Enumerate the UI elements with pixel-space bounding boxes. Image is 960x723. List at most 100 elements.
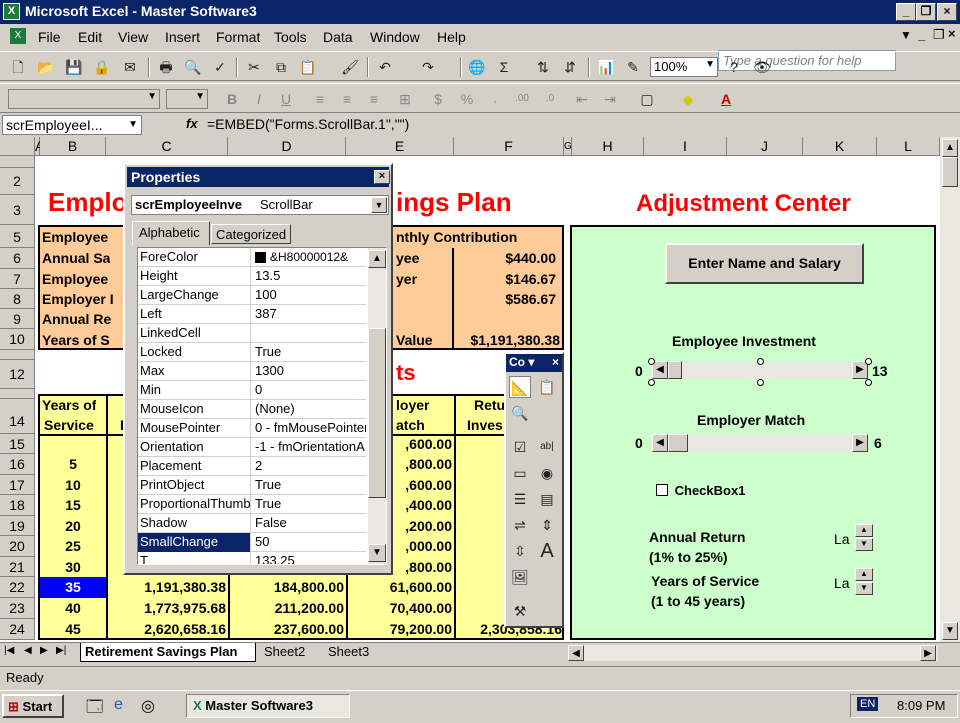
increase-indent-icon[interactable]: ⇥ [600,90,620,108]
new-icon[interactable]: 🗋 [8,58,28,76]
row-header[interactable]: 7 [0,269,35,289]
column-header-e[interactable]: E [346,137,454,156]
row-header[interactable]: 23 [0,598,35,619]
combobox-icon[interactable]: ▤ [536,488,558,510]
format-painter-icon[interactable]: 🖌 [340,58,360,76]
property-row[interactable]: LargeChange 100 [138,286,366,305]
scroll-thumb[interactable] [942,157,958,187]
borders-icon[interactable]: ▢ [637,90,657,108]
checkbox-1[interactable]: CheckBox1 [656,483,876,497]
row-header[interactable]: 8 [0,289,35,309]
menu-tools[interactable]: Tools [274,29,307,45]
property-value[interactable]: 50 [252,533,366,552]
property-value[interactable]: True [252,343,366,362]
checkbox-icon[interactable]: ☑ [509,436,531,458]
command-button-icon[interactable]: ▭ [509,462,531,484]
property-name[interactable]: LargeChange [138,286,251,305]
property-name[interactable]: SmallChange [138,533,251,552]
view-code-icon[interactable]: 🔍 [509,402,531,424]
percent-icon[interactable]: % [457,90,477,108]
redo-icon[interactable]: ↷ [418,58,438,76]
label-icon[interactable]: A [536,540,558,562]
property-name[interactable]: LinkedCell [138,324,251,343]
menu-file[interactable]: File [38,29,61,45]
spin-down-button[interactable]: ▼ [855,538,873,551]
textbox-icon[interactable]: ab| [536,436,558,458]
decrease-indent-icon[interactable]: ⇤ [572,90,592,108]
property-name[interactable]: ForeColor [138,248,251,267]
spin-button-icon[interactable]: ⇕ [536,514,558,536]
property-value[interactable] [252,324,366,343]
property-value[interactable]: 1300 [252,362,366,381]
property-name[interactable]: Shadow [138,514,251,533]
name-box-dropdown-icon[interactable]: ▼ [128,119,138,130]
property-value[interactable]: -1 - fmOrientationA [252,438,366,457]
property-row[interactable]: T 133.25 [138,552,366,564]
row-header[interactable]: 15 [0,434,35,454]
column-header-b[interactable]: B [40,137,106,156]
property-name[interactable]: Height [138,267,251,286]
property-value[interactable]: 0 - fmMousePointer [252,419,366,438]
column-header-k[interactable]: K [803,137,877,156]
enter-name-salary-button[interactable]: Enter Name and Salary [665,243,864,284]
desktop-icon[interactable]: 🗔 [86,696,103,723]
zoom-select[interactable]: 100% ▼ [650,57,718,77]
row-header[interactable] [0,156,35,168]
scroll-up-button[interactable]: ▲ [942,139,958,157]
scroll-left-button[interactable]: ◀ [568,645,584,661]
help-dropdown-icon[interactable]: ▼ [900,28,912,42]
selection-handle[interactable] [865,379,872,386]
spin-up-button[interactable]: ▲ [855,568,873,581]
menu-help[interactable]: Help [437,29,466,45]
property-name[interactable]: MousePointer [138,419,251,438]
font-size-dropdown-icon[interactable]: ▼ [195,91,205,102]
permission-icon[interactable]: 🔒 [92,58,112,76]
ie-icon[interactable]: e [114,696,123,714]
app-icon[interactable]: ◎ [141,696,155,716]
fill-color-icon[interactable]: ◆ [678,90,698,108]
help-icon[interactable]: ? [724,58,744,76]
option-button-icon[interactable]: ◉ [536,462,558,484]
property-value[interactable]: 100 [252,286,366,305]
font-dropdown-icon[interactable]: ▼ [147,91,157,102]
properties-icon[interactable]: 📋 [536,376,558,398]
design-mode-icon[interactable]: 📐 [509,376,531,398]
decrease-decimal-icon[interactable]: .0 [540,90,560,108]
drawing-icon[interactable]: ✎ [623,58,643,76]
tab-sheet3[interactable]: Sheet3 [328,644,369,659]
row-header[interactable]: 9 [0,309,35,329]
property-row[interactable]: Locked True [138,343,366,362]
listbox-icon[interactable]: ☰ [509,488,531,510]
property-name[interactable]: ProportionalThumb [138,495,251,514]
control-toolbox[interactable]: Co ▾ × 📐 📋 🔍 ☑ ab| ▭ ◉ ☰ ▤ ⇌ ⇕ ⇳ A 🖼 ⚒ [504,352,564,628]
scroll-thumb[interactable] [368,328,386,498]
last-sheet-icon[interactable]: ▶| [56,645,66,656]
row-header[interactable]: 14 [0,399,35,434]
property-row[interactable]: Left 387 [138,305,366,324]
selection-handle[interactable] [757,379,764,386]
row-header[interactable]: 10 [0,329,35,350]
restore-button[interactable]: ❐ [916,3,936,21]
scroll-down-button[interactable]: ▼ [942,622,958,640]
property-value[interactable]: 387 [252,305,366,324]
properties-window[interactable]: Properties × scrEmployeeInve ScrollBar ▼… [123,163,393,575]
checkbox-box[interactable] [656,484,668,496]
name-box[interactable]: scrEmployeeI... ▼ [2,115,142,135]
menu-edit[interactable]: Edit [78,29,102,45]
properties-close-button[interactable]: × [374,170,390,184]
property-value[interactable]: (None) [252,400,366,419]
scroll-down-button[interactable]: ▼ [368,544,386,562]
row-header[interactable]: 12 [0,360,35,389]
scrollbar-icon[interactable]: ⇳ [509,540,531,562]
selection-handle[interactable] [648,358,655,365]
property-row[interactable]: Min 0 [138,381,366,400]
chart-wizard-icon[interactable]: 📊 [596,58,616,76]
column-header-f[interactable]: F [454,137,564,156]
property-row[interactable]: MouseIcon (None) [138,400,366,419]
tab-categorized[interactable]: Categorized [211,224,291,244]
property-row[interactable]: MousePointer 0 - fmMousePointer [138,419,366,438]
tab-alphabetic[interactable]: Alphabetic [132,221,210,245]
row-header[interactable]: 24 [0,619,35,640]
menu-window[interactable]: Window [370,29,420,45]
menu-view[interactable]: View [118,29,148,45]
